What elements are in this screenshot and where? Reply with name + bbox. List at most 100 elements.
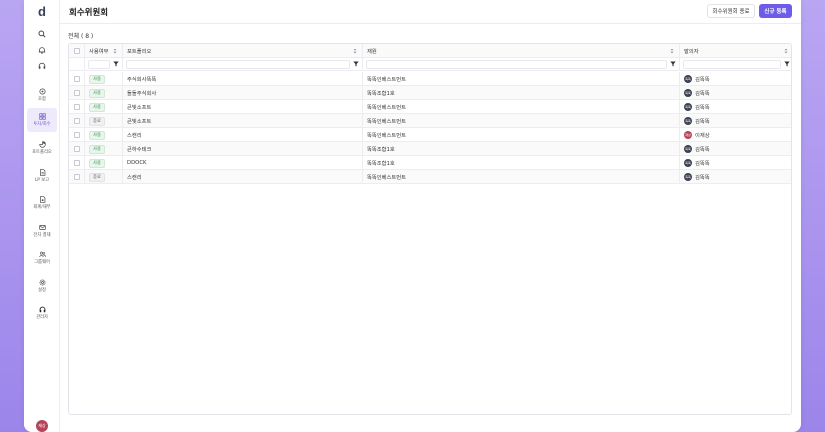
status-badge: 사용 (89, 130, 105, 140)
nav-label: 설정 (38, 288, 46, 293)
row-checkbox[interactable] (74, 132, 80, 138)
filter-icon[interactable] (113, 61, 119, 67)
filter-icon[interactable] (784, 61, 790, 67)
select-all-checkbox[interactable] (74, 48, 80, 54)
proposer-cell: 똑똑 김똑똑 (680, 72, 791, 86)
table-row[interactable]: 사용 DDOCK 똑똑조합1호 똑똑 김똑똑 (69, 156, 791, 170)
nav-item-admin[interactable]: 관리자 (27, 301, 57, 325)
proposer-cell: 재상 이재상 (680, 128, 791, 142)
nav-label: 관리자 (36, 315, 48, 320)
table-row[interactable]: 사용 큰빛소프트 똑똑인베스트먼트 똑똑 김똑똑 (69, 100, 791, 114)
column-label: 발의자 (684, 49, 699, 55)
fund-cell[interactable]: 똑똑인베스트먼트 (363, 72, 680, 86)
avatar: 똑똑 (684, 173, 692, 181)
row-checkbox[interactable] (74, 76, 80, 82)
row-select-cell (69, 114, 85, 128)
portfolio-cell[interactable]: 큰빛소프트 (123, 100, 363, 114)
row-checkbox[interactable] (74, 174, 80, 180)
avatar: 똑똑 (684, 75, 692, 83)
avatar[interactable]: 재상 (36, 420, 48, 432)
portfolio-cell[interactable]: DDOCK (123, 156, 363, 170)
nav-item-investment[interactable]: 투자/회수 (27, 108, 57, 132)
nav-item-settings[interactable]: 설정 (27, 274, 57, 298)
portfolio-cell[interactable]: 큰빛소프트 (123, 114, 363, 128)
app-logo[interactable]: d (24, 4, 60, 20)
table-row[interactable]: 사용 주식회사똑똑 똑똑인베스트먼트 똑똑 김똑똑 (69, 72, 791, 86)
table-row[interactable]: 사용 돌돌주식회사 똑똑조합1호 똑똑 김똑똑 (69, 86, 791, 100)
close-committee-button[interactable]: 회수위원회 종료 (707, 4, 755, 18)
sidebar: d 조합 투자/회수 포트폴리오 LP 보고 회계/재무 전자 결재 그룹웨어 … (24, 0, 60, 432)
fund-cell[interactable]: 똑똑조합1호 (363, 86, 680, 100)
status-badge: 사용 (89, 102, 105, 112)
nav-item-accounting[interactable]: 회계/재무 (27, 191, 57, 215)
row-select-cell (69, 100, 85, 114)
bell-icon[interactable] (24, 43, 60, 57)
filter-input-fund[interactable] (366, 60, 667, 69)
column-label: 포트폴리오 (127, 49, 152, 55)
portfolio-cell[interactable]: 스캔리 (123, 170, 363, 184)
sort-icon[interactable] (353, 48, 357, 54)
proposer-name: 김똑똑 (695, 77, 710, 83)
status-cell: 종료 (85, 170, 123, 184)
fund-cell[interactable]: 똑똑인베스트먼트 (363, 128, 680, 142)
portfolio-cell[interactable]: 큰하수테크 (123, 142, 363, 156)
column-header-portfolio[interactable]: 포트폴리오 (123, 44, 363, 58)
avatar: 똑똑 (684, 89, 692, 97)
status-badge: 종료 (89, 116, 105, 126)
row-checkbox[interactable] (74, 104, 80, 110)
row-checkbox[interactable] (74, 146, 80, 152)
proposer-cell: 똑똑 김똑똑 (680, 156, 791, 170)
row-checkbox[interactable] (74, 160, 80, 166)
data-grid: 사용여부 포트폴리오 재원 발의자 사용 주식회사똑똑 똑똑인베스트먼트 똑똑 … (68, 43, 792, 415)
column-header-status[interactable]: 사용여부 (85, 44, 123, 58)
new-register-button[interactable]: 신규 등록 (759, 4, 792, 18)
filter-input-status[interactable] (88, 60, 110, 69)
filter-input-portfolio[interactable] (126, 60, 350, 69)
nav-item-groupware[interactable]: 그룹웨어 (27, 246, 57, 270)
fund-cell[interactable]: 똑똑인베스트먼트 (363, 170, 680, 184)
table-row[interactable]: 종료 스캔리 똑똑인베스트먼트 똑똑 김똑똑 (69, 170, 791, 184)
nav-item-fund[interactable]: 조합 (27, 83, 57, 107)
grid-icon (38, 113, 46, 120)
status-badge: 사용 (89, 144, 105, 154)
proposer-cell: 똑똑 김똑똑 (680, 86, 791, 100)
fund-cell[interactable]: 똑똑인베스트먼트 (363, 114, 680, 128)
nav-label: 포트폴리오 (32, 150, 52, 155)
filter-icon[interactable] (353, 61, 359, 67)
column-header-proposer[interactable]: 발의자 (680, 44, 791, 58)
nav-label: 전자 결재 (33, 233, 51, 238)
filter-icon[interactable] (670, 61, 676, 67)
nav-item-lp-report[interactable]: LP 보고 (27, 164, 57, 188)
search-icon[interactable] (24, 27, 60, 41)
nav-item-approval[interactable]: 전자 결재 (27, 219, 57, 243)
table-row[interactable]: 사용 스캔리 똑똑인베스트먼트 재상 이재상 (69, 128, 791, 142)
headset-icon[interactable] (24, 59, 60, 73)
portfolio-cell[interactable]: 돌돌주식회사 (123, 86, 363, 100)
row-select-cell (69, 128, 85, 142)
fund-cell[interactable]: 똑똑인베스트먼트 (363, 100, 680, 114)
mail-icon (38, 225, 46, 230)
nav-item-portfolio[interactable]: 포트폴리오 (27, 136, 57, 160)
sort-icon[interactable] (670, 48, 674, 54)
admin-icon (39, 306, 45, 313)
filter-input-proposer[interactable] (683, 60, 781, 69)
column-header-fund[interactable]: 재원 (363, 44, 680, 58)
proposer-cell: 똑똑 김똑똑 (680, 100, 791, 114)
nav-label: 투자/회수 (33, 122, 51, 127)
avatar: 똑똑 (684, 103, 692, 111)
portfolio-cell[interactable]: 스캔리 (123, 128, 363, 142)
fund-cell[interactable]: 똑똑조합1호 (363, 142, 680, 156)
row-select-cell (69, 170, 85, 184)
portfolio-cell[interactable]: 주식회사똑똑 (123, 72, 363, 86)
fund-cell[interactable]: 똑똑조합1호 (363, 156, 680, 170)
column-label: 재원 (367, 49, 377, 55)
row-checkbox[interactable] (74, 118, 80, 124)
total-count: 전체 ( 8 ) (68, 33, 94, 40)
row-checkbox[interactable] (74, 90, 80, 96)
filter-cell-empty (69, 58, 85, 71)
sort-icon[interactable] (784, 48, 788, 54)
table-row[interactable]: 사용 큰하수테크 똑똑조합1호 똑똑 김똑똑 (69, 142, 791, 156)
sort-icon[interactable] (113, 48, 117, 54)
table-row[interactable]: 종료 큰빛소프트 똑똑인베스트먼트 똑똑 김똑똑 (69, 114, 791, 128)
proposer-cell: 똑똑 김똑똑 (680, 170, 791, 184)
